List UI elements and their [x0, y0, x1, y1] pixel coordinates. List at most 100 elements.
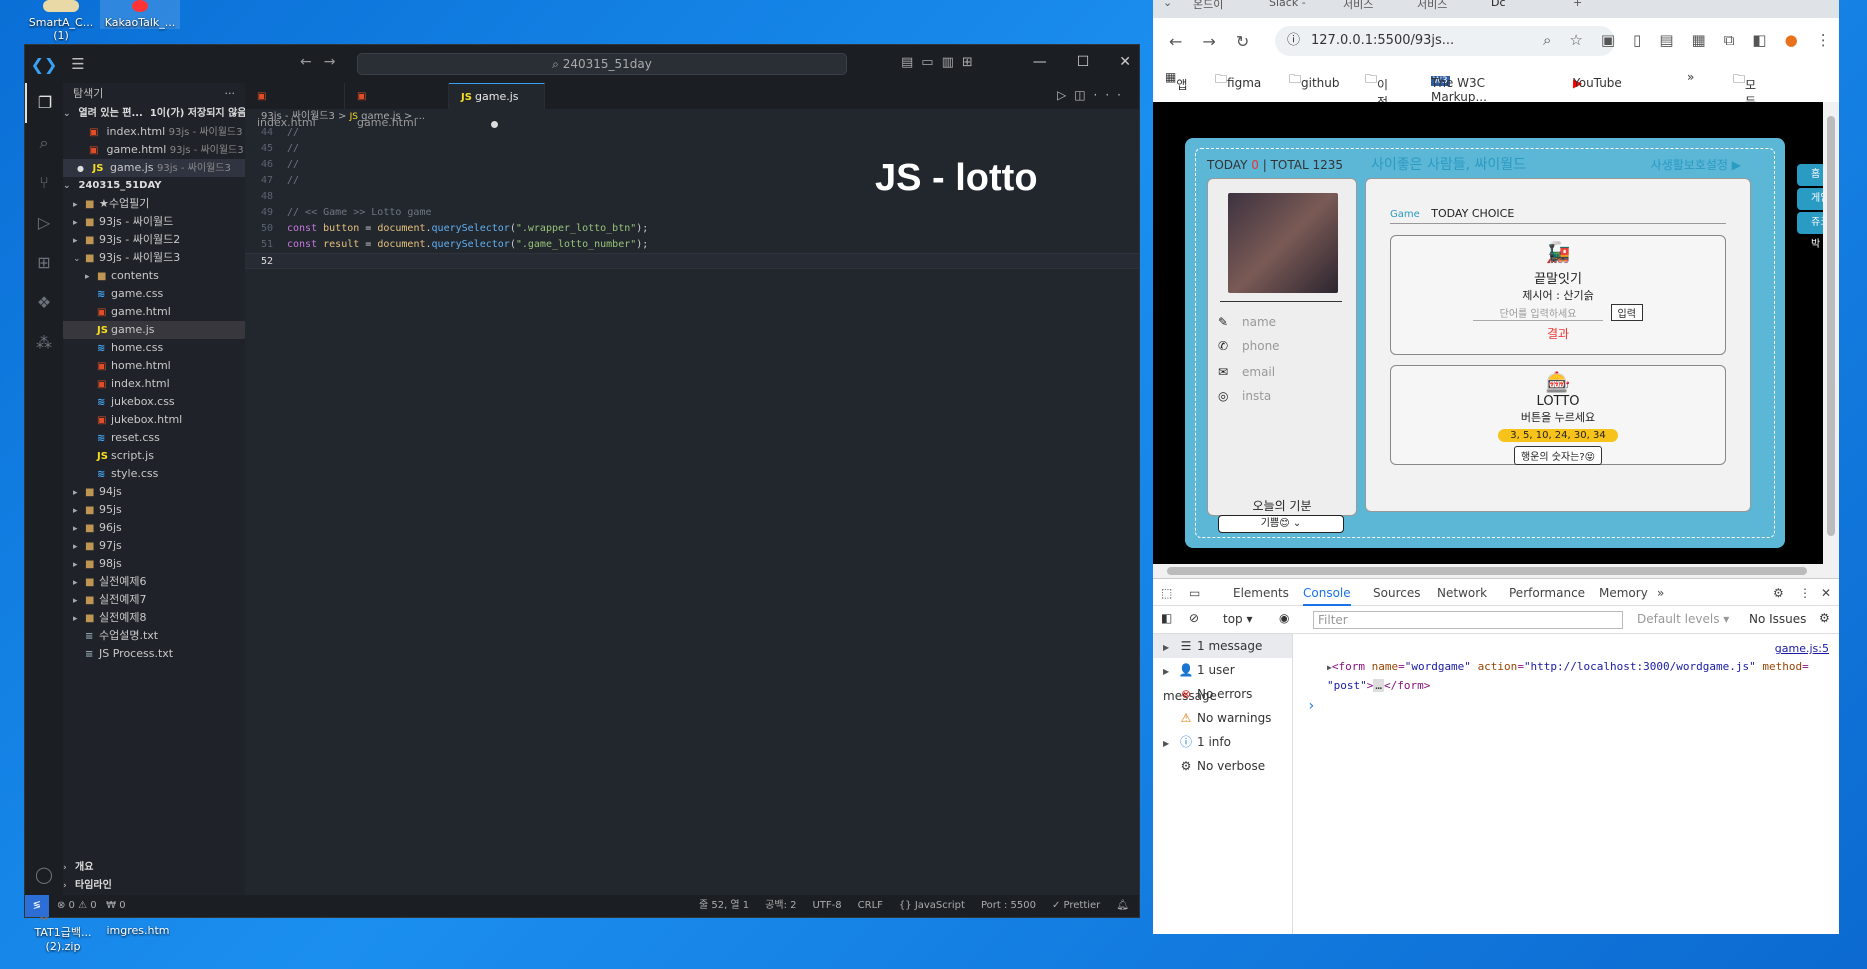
bookmark-apps[interactable]: ▦ 앱	[1165, 70, 1187, 92]
tree-file[interactable]: ≋ reset.css	[63, 429, 245, 447]
reload-icon[interactable]: ↻	[1236, 32, 1269, 51]
inspect-element-icon[interactable]: ⬚	[1161, 586, 1172, 600]
console-filter-item[interactable]: ▶ ☰ 1 message	[1153, 634, 1292, 658]
bookmark-previous[interactable]: 🗀︎ 이전	[1365, 70, 1388, 109]
tree-folder[interactable]: ⌄ ■ 93js - 싸이월드3	[63, 249, 245, 267]
tab-sources[interactable]: Sources	[1373, 586, 1420, 600]
remote-explorer-icon[interactable]: ⁂	[25, 323, 63, 363]
tree-folder[interactable]: ▸ ■ 98js	[63, 555, 245, 573]
site-info-icon[interactable]: ⓘ	[1287, 26, 1300, 56]
encoding[interactable]: UTF-8	[812, 895, 841, 917]
tree-file[interactable]: ▣ game.html	[63, 303, 245, 321]
close-icon[interactable]: ✕	[1119, 54, 1131, 70]
more-bookmarks-icon[interactable]: »	[1687, 70, 1694, 84]
extensions-icon[interactable]: ⊞	[25, 243, 63, 283]
console-filter-item[interactable]: ⚠ No warnings	[1153, 706, 1292, 730]
tree-folder[interactable]: ▸ ■ 96js	[63, 519, 245, 537]
issues-count[interactable]: No Issues	[1749, 612, 1806, 626]
word-input[interactable]: 단어를 입력하세요	[1473, 305, 1604, 321]
console-filter-item[interactable]: ▶ 👤 1 user message	[1153, 658, 1292, 703]
tree-folder[interactable]: ▸ ■ 실전예제6	[63, 573, 245, 591]
new-tab-icon[interactable]: +	[1573, 0, 1582, 9]
console-filter-input[interactable]: Filter	[1313, 611, 1623, 629]
tree-folder[interactable]: ▸ ■ 실전예제7	[63, 591, 245, 609]
account-icon[interactable]: ◯	[25, 855, 63, 895]
desktop-icon-kakaotalk[interactable]: KakaoTalk_...	[100, 0, 180, 29]
back-icon[interactable]: ←	[1169, 32, 1202, 51]
live-server-port[interactable]: Port : 5500	[981, 895, 1036, 917]
tree-file[interactable]: ≋ style.css	[63, 465, 245, 483]
scroll-thumb[interactable]	[1167, 567, 1807, 575]
tree-folder[interactable]: ▸ ■ 97js	[63, 537, 245, 555]
side-panel-icon[interactable]: ◧	[1752, 31, 1784, 49]
tree-folder[interactable]: ▸ ■ 94js	[63, 483, 245, 501]
bookmark-figma[interactable]: 🗀︎ figma	[1215, 70, 1261, 91]
log-ellipsis[interactable]: …	[1373, 679, 1384, 692]
live-expression-eye-icon[interactable]: ◉	[1279, 611, 1289, 625]
word-submit-button[interactable]: 입력	[1610, 304, 1643, 321]
open-editor-item[interactable]: ▣ index.html 93js - 싸이월드3	[63, 123, 245, 141]
tab-game-js[interactable]: JS game.js	[449, 83, 545, 128]
lotto-button[interactable]: 행운의 숫자는?😝	[1513, 446, 1603, 465]
cursor-position[interactable]: 줄 52, 열 1	[699, 895, 749, 917]
toggle-panel-icon[interactable]: ▭	[921, 55, 941, 70]
page-scrollbar-horizontal[interactable]	[1153, 564, 1839, 578]
workspace-root[interactable]: ⌄ 240315_51DAY	[63, 177, 245, 195]
sidenav-home[interactable]: 홈	[1797, 164, 1823, 186]
run-icon[interactable]: ▷	[1057, 88, 1074, 102]
code-line[interactable]: 45 //	[245, 141, 1139, 157]
bookmark-all[interactable]: 🗀︎ 모든 북마크	[1733, 70, 1756, 160]
tree-file[interactable]: ≋ game.css	[63, 285, 245, 303]
browser-tab[interactable]: 온드이	[1193, 0, 1223, 12]
console-settings-icon[interactable]: ⚙	[1819, 611, 1830, 625]
maximize-icon[interactable]: ☐	[1077, 54, 1090, 70]
desktop-icon-imgres[interactable]: imgres.htm	[100, 924, 176, 937]
tab-performance[interactable]: Performance	[1509, 586, 1585, 600]
tree-file[interactable]: ▣ jukebox.html	[63, 411, 245, 429]
tree-folder[interactable]: ▸ ■ 95js	[63, 501, 245, 519]
mood-select[interactable]: 기쁨😊 ⌄	[1218, 515, 1344, 533]
outline-section[interactable]: › 개요	[63, 859, 245, 877]
command-search-input[interactable]: ⌕ 240315_51day	[357, 53, 847, 75]
scroll-thumb[interactable]	[1827, 116, 1835, 536]
menu-icon[interactable]: ☰	[63, 55, 93, 73]
menu-kebab-icon[interactable]: ⋮	[1816, 31, 1849, 49]
tab-elements[interactable]: Elements	[1233, 586, 1289, 600]
devtools-menu-icon[interactable]: ⋮	[1799, 586, 1811, 600]
bookmark-github[interactable]: 🗀︎ github	[1289, 70, 1340, 91]
console-filter-item[interactable]: ⚙ No verbose	[1153, 754, 1292, 778]
source-link[interactable]: game.js:5	[1775, 642, 1829, 655]
explorer-icon[interactable]: ❐	[25, 83, 63, 123]
remote-indicator-icon[interactable]: ≶	[25, 895, 49, 917]
breadcrumb-symbol[interactable]: ...	[415, 111, 425, 122]
more-actions-icon[interactable]: ···	[1094, 88, 1129, 102]
profile-avatar[interactable]: ●	[1785, 31, 1816, 49]
open-editor-item[interactable]: ▣ game.html 93js - 싸이월드3	[63, 141, 245, 159]
extension-icon[interactable]: ▤	[1659, 31, 1691, 49]
problems-count[interactable]: ⊗ 0 ⚠ 0	[57, 900, 97, 911]
history-nav[interactable]: ←→	[300, 54, 347, 70]
browser-tab[interactable]: Slack -	[1269, 0, 1306, 9]
back-arrow-icon[interactable]: ←	[300, 54, 324, 70]
forward-icon[interactable]: →	[1202, 32, 1235, 51]
device-toolbar-icon[interactable]: ▭	[1189, 586, 1200, 600]
search-icon[interactable]: ⌕	[25, 123, 63, 163]
tree-folder[interactable]: ▸ ■ 93js - 싸이월드	[63, 213, 245, 231]
tree-file[interactable]: ≡ JS Process.txt	[63, 645, 245, 663]
tree-file[interactable]: ▣ home.html	[63, 357, 245, 375]
tree-file[interactable]: JS script.js	[63, 447, 245, 465]
code-line[interactable]: 50 const button = document.querySelector(…	[245, 221, 1139, 237]
code-line[interactable]: 44 //	[245, 125, 1139, 141]
tree-folder[interactable]: ▸ ■ 실전예제8	[63, 609, 245, 627]
layout-controls[interactable]: ▤▭▥⊞	[901, 55, 981, 70]
page-scrollbar-vertical[interactable]	[1823, 102, 1839, 564]
tab-network[interactable]: Network	[1437, 586, 1487, 600]
customize-layout-icon[interactable]: ⊞	[962, 55, 981, 70]
tree-file[interactable]: JS game.js	[63, 321, 245, 339]
privacy-settings-link[interactable]: 사생활보호설정 ▶	[1651, 156, 1741, 173]
sidenav-game[interactable]: 게임	[1797, 188, 1823, 210]
tab-game-html[interactable]: ▣game.html	[345, 83, 449, 129]
indentation[interactable]: 공백: 2	[765, 895, 796, 917]
ports-count[interactable]: ₩ 0	[106, 900, 125, 911]
tab-console[interactable]: Console	[1303, 586, 1351, 606]
